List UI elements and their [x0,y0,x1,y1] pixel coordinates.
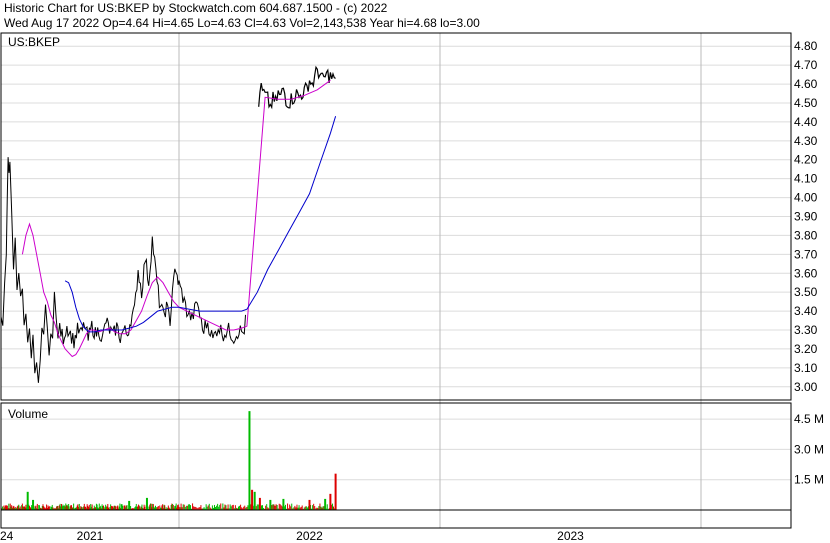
price-panel-title: US:BKEP [8,35,60,49]
price-tick-label: 4.60 [794,77,818,91]
year-label: 2023 [557,529,584,543]
price-tick-label: 4.10 [794,172,818,186]
year-label: 2024 [0,529,14,543]
volume-tick-label: 1.5 M [794,473,824,487]
price-tick-label: 3.40 [794,304,818,318]
year-label: 2021 [77,529,104,543]
price-line-2022 [258,65,336,110]
price-series [0,65,337,383]
price-tick-label: 4.30 [794,134,818,148]
price-tick-label: 4.50 [794,96,818,110]
price-tick-label: 3.80 [794,228,818,242]
price-tick-label: 3.10 [794,361,818,375]
price-tick-label: 4.70 [794,58,818,72]
price-tick-label: 4.40 [794,115,818,129]
time-axis-border [0,509,792,529]
price-tick-label: 3.00 [794,380,818,394]
volume-tick-label: 4.5 M [794,412,824,426]
volume-axis: 4.5 M 3.0 M 1.5 M [794,412,824,487]
price-tick-label: 3.70 [794,247,818,261]
price-tick-label: 3.30 [794,323,818,337]
volume-bars [0,411,337,510]
price-tick-label: 3.60 [794,266,818,280]
chart-frame [0,32,792,529]
price-volume-chart: 4.80 4.70 4.60 4.50 4.40 4.30 4.20 4.10 4.00 3.90… [0,32,824,543]
price-axis: 4.80 4.70 4.60 4.50 4.40 4.30 4.20 4.10 4.00 3.90… [794,39,818,394]
long-moving-average-line [64,116,337,333]
price-tick-label: 4.20 [794,153,818,167]
year-label: 2022 [296,529,323,543]
price-tick-label: 3.90 [794,210,818,224]
price-tick-label: 4.80 [794,39,818,53]
volume-panel-title: Volume [8,407,48,421]
price-tick-label: 4.00 [794,191,818,205]
grid [1,33,791,528]
price-tick-label: 3.20 [794,342,818,356]
price-tick-label: 3.50 [794,285,818,299]
volume-tick-label: 3.0 M [794,442,824,456]
time-axis: 2021 2022 2023 2024 [0,529,584,543]
